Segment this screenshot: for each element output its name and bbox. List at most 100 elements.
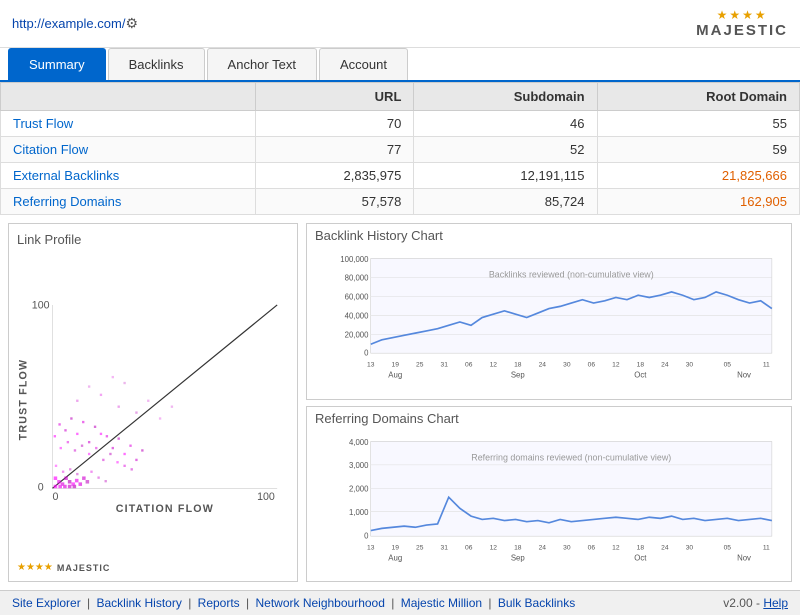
metrics-table: URL Subdomain Root Domain Trust Flow 70 … <box>0 82 800 215</box>
metric-label: Trust Flow <box>1 111 256 137</box>
svg-text:24: 24 <box>539 362 547 369</box>
url-value: 70 <box>256 111 414 137</box>
col-url: URL <box>256 83 414 111</box>
footer-sep-1: | <box>87 596 93 610</box>
svg-text:30: 30 <box>563 544 571 551</box>
svg-text:Referring domains reviewed (no: Referring domains reviewed (non-cumulati… <box>471 452 671 462</box>
svg-text:100: 100 <box>32 300 50 312</box>
logo-stars: ★★★★ <box>717 8 768 22</box>
svg-text:0: 0 <box>38 482 44 494</box>
footer-link-majestic-million[interactable]: Majestic Million <box>401 596 482 610</box>
footer-link-bulk-backlinks[interactable]: Bulk Backlinks <box>498 596 575 610</box>
tab-anchor-text[interactable]: Anchor Text <box>207 48 317 80</box>
tab-summary[interactable]: Summary <box>8 48 106 80</box>
logo-stars-scatter: ★★★★ <box>17 562 53 573</box>
referring-chart-container: 4,000 3,000 2,000 1,000 0 Referring doma… <box>315 428 783 578</box>
tab-bar: Summary Backlinks Anchor Text Account <box>0 48 800 82</box>
root-value: 59 <box>597 137 799 163</box>
url-value: 2,835,975 <box>256 163 414 189</box>
svg-text:05: 05 <box>724 362 732 369</box>
svg-text:80,000: 80,000 <box>345 274 370 283</box>
svg-text:Oct: Oct <box>634 371 647 380</box>
svg-text:13: 13 <box>367 544 375 551</box>
header: http://example.com/⚙ ★★★★ MAJESTIC <box>0 0 800 48</box>
svg-text:0: 0 <box>52 491 58 503</box>
data-table-container: URL Subdomain Root Domain Trust Flow 70 … <box>0 82 800 215</box>
svg-text:11: 11 <box>763 362 770 369</box>
svg-text:20,000: 20,000 <box>345 331 370 340</box>
svg-text:2,000: 2,000 <box>349 484 369 493</box>
tab-account[interactable]: Account <box>319 48 408 80</box>
svg-text:25: 25 <box>416 362 424 369</box>
footer-help-link[interactable]: Help <box>763 596 788 610</box>
table-row: Trust Flow 70 46 55 <box>1 111 800 137</box>
svg-text:31: 31 <box>441 544 449 551</box>
svg-text:Oct: Oct <box>634 553 647 562</box>
table-row: External Backlinks 2,835,975 12,191,115 … <box>1 163 800 189</box>
scatter-panel: Link Profile 100 0 0 100 TRUST FLOW <box>8 223 298 582</box>
svg-text:Nov: Nov <box>737 371 751 380</box>
col-metric <box>1 83 256 111</box>
svg-text:18: 18 <box>637 544 645 551</box>
logo-text-scatter: MAJESTIC <box>57 563 111 573</box>
svg-text:05: 05 <box>724 544 732 551</box>
backlink-chart-title: Backlink History Chart <box>315 228 783 243</box>
footer-sep-2: | <box>188 596 194 610</box>
tab-backlinks[interactable]: Backlinks <box>108 48 205 80</box>
svg-text:Sep: Sep <box>511 553 526 562</box>
backlink-chart-svg: 100,000 80,000 60,000 40,000 20,000 0 Ba… <box>315 245 783 395</box>
svg-text:11: 11 <box>763 544 770 551</box>
main-content: URL Subdomain Root Domain Trust Flow 70 … <box>0 82 800 590</box>
svg-text:30: 30 <box>686 544 694 551</box>
root-value: 162,905 <box>597 189 799 215</box>
scatter-title: Link Profile <box>17 232 289 247</box>
footer-link-network[interactable]: Network Neighbourhood <box>255 596 384 610</box>
svg-text:CITATION FLOW: CITATION FLOW <box>116 503 214 515</box>
footer-link-site-explorer[interactable]: Site Explorer <box>12 596 81 610</box>
subdomain-value: 52 <box>414 137 597 163</box>
svg-text:3,000: 3,000 <box>349 461 369 470</box>
majestic-logo-scatter: ★★★★ MAJESTIC <box>17 562 289 573</box>
svg-text:4,000: 4,000 <box>349 437 369 446</box>
svg-text:0: 0 <box>364 531 369 540</box>
svg-text:18: 18 <box>637 362 645 369</box>
gear-icon[interactable]: ⚙ <box>125 15 138 31</box>
svg-text:Aug: Aug <box>388 371 402 380</box>
svg-text:60,000: 60,000 <box>345 293 370 302</box>
referring-domains-section: Referring Domains Chart 4,000 <box>306 406 792 583</box>
svg-text:1,000: 1,000 <box>349 508 369 517</box>
scatter-svg: 100 0 0 100 TRUST FLOW CITATION FLOW <box>17 251 289 560</box>
svg-text:06: 06 <box>588 362 596 369</box>
footer-link-backlink-history[interactable]: Backlink History <box>97 596 182 610</box>
svg-text:06: 06 <box>588 544 596 551</box>
metric-label: Referring Domains <box>1 189 256 215</box>
backlink-history-section: Backlink History Chart 10 <box>306 223 792 400</box>
logo-text: MAJESTIC <box>696 22 788 39</box>
svg-text:Nov: Nov <box>737 553 751 562</box>
footer: Site Explorer | Backlink History | Repor… <box>0 590 800 615</box>
svg-text:100,000: 100,000 <box>340 255 369 264</box>
svg-text:30: 30 <box>686 362 694 369</box>
root-value: 55 <box>597 111 799 137</box>
footer-sep-5: | <box>488 596 494 610</box>
referring-chart-svg: 4,000 3,000 2,000 1,000 0 Referring doma… <box>315 428 783 578</box>
svg-text:30: 30 <box>563 362 571 369</box>
svg-text:13: 13 <box>367 362 375 369</box>
referring-chart-title: Referring Domains Chart <box>315 411 783 426</box>
metric-label: External Backlinks <box>1 163 256 189</box>
svg-text:40,000: 40,000 <box>345 312 370 321</box>
footer-sep-3: | <box>246 596 252 610</box>
footer-version: v2.00 - Help <box>723 596 788 610</box>
footer-link-reports[interactable]: Reports <box>198 596 240 610</box>
url-link[interactable]: http://example.com/ <box>12 16 125 31</box>
scatter-chart: 100 0 0 100 TRUST FLOW CITATION FLOW <box>17 251 289 560</box>
svg-text:24: 24 <box>539 544 547 551</box>
url-value: 77 <box>256 137 414 163</box>
svg-text:19: 19 <box>392 544 400 551</box>
svg-text:25: 25 <box>416 544 424 551</box>
backlink-chart-container: 100,000 80,000 60,000 40,000 20,000 0 Ba… <box>315 245 783 395</box>
svg-text:24: 24 <box>661 544 669 551</box>
svg-text:12: 12 <box>490 544 498 551</box>
metric-label: Citation Flow <box>1 137 256 163</box>
svg-text:19: 19 <box>392 362 400 369</box>
